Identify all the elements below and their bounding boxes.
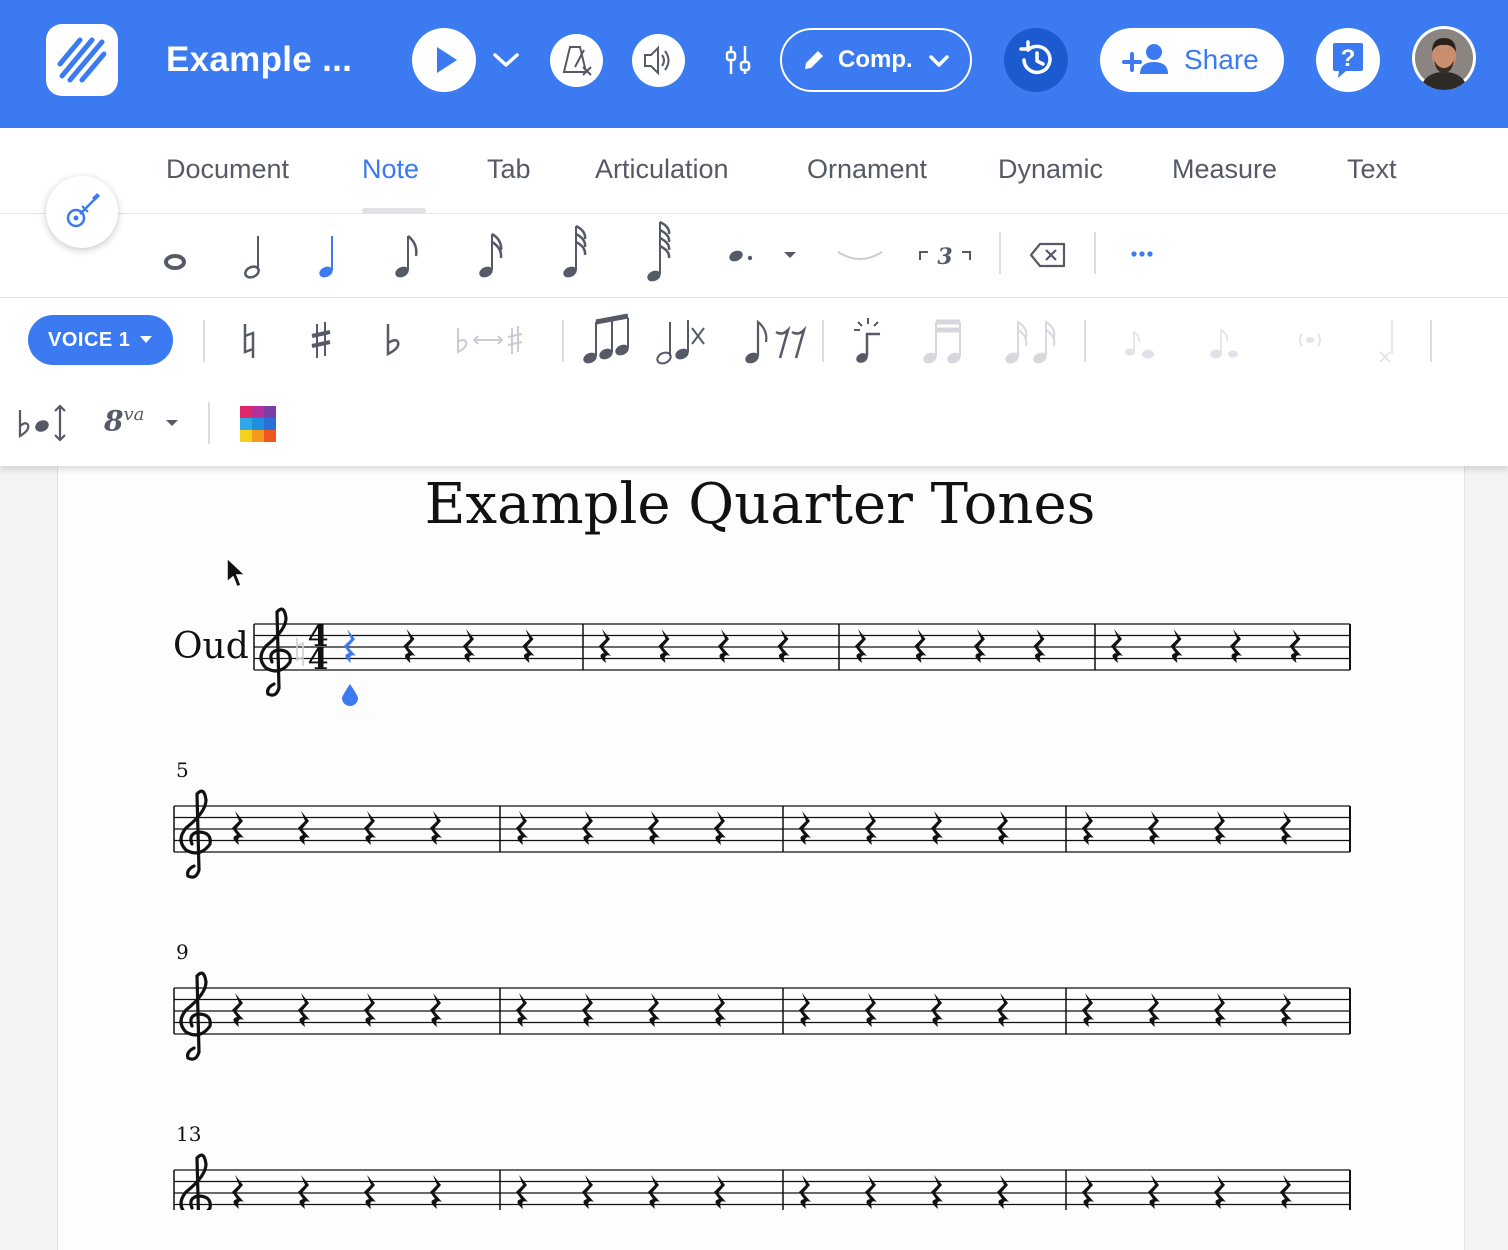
active-tab-indicator [362,208,426,213]
ghost-note-disabled-icon [1299,333,1321,347]
tab-text[interactable]: Text [1347,154,1397,185]
guitar-icon [66,193,100,228]
ghost-natural [296,638,304,666]
voice-selector[interactable]: VOICE 1 [28,315,173,365]
treble-clef [179,789,212,879]
time-signature-bottom: 4 [308,642,329,677]
flat-icon[interactable] [382,318,404,364]
dead-note-disabled-icon [1379,320,1393,363]
beam-notes-icon[interactable] [580,312,636,368]
treble-clef [259,607,292,697]
rests-group-icon[interactable] [742,314,812,368]
toolbar-separator [208,402,210,444]
transpose-pitch-icon[interactable] [14,400,74,446]
eighth-note-icon[interactable] [390,224,426,284]
toolbar-separator [562,320,564,362]
tab-ornament[interactable]: Ornament [807,154,927,185]
sixteenth-note-icon[interactable] [474,224,510,284]
toolbar-separator [1094,232,1096,274]
more-options-icon[interactable] [1126,244,1158,264]
ottava-button[interactable]: 8va [104,404,144,437]
enharmonic-respell-icon [457,326,523,354]
toolbar-separator [999,232,1001,274]
thirty-second-note-icon[interactable] [558,220,594,284]
toolbar-separator [1084,320,1086,362]
note-color-palette-icon[interactable] [240,406,276,442]
grace-note-after-disabled-icon [1210,328,1238,359]
ottava-number: 8 [104,404,124,438]
unbeam-disabled-icon [1005,320,1056,364]
toolbar-tabs: Document Note Tab Articulation Ornament … [0,128,1508,214]
tab-document[interactable]: Document [166,154,289,185]
mouse-pointer-icon [226,556,247,589]
sharp-icon[interactable] [308,318,334,364]
voice-label: VOICE 1 [48,329,131,351]
tab-articulation[interactable]: Articulation [595,154,729,185]
instrument-button[interactable] [46,176,118,248]
grace-note-before-disabled-icon [1125,330,1154,359]
tab-dynamic[interactable]: Dynamic [998,154,1103,185]
tab-note[interactable]: Note [362,154,419,185]
toolbar-separator [1430,320,1432,362]
cross-stave-icon[interactable] [654,314,708,368]
half-note-icon[interactable] [238,224,268,284]
duration-toolbar: 3 [0,214,1508,298]
ottava-suffix: va [123,404,145,425]
toolbar-separator [203,320,205,362]
tie-icon [837,251,883,260]
ottava-dropdown-icon[interactable] [162,416,182,430]
dot-options-dropdown-icon[interactable] [780,248,800,262]
tuplet-icon[interactable]: 3 [916,238,974,272]
tab-tab[interactable]: Tab [487,154,531,185]
tab-measure[interactable]: Measure [1172,154,1277,185]
input-cursor-handle [342,684,358,706]
sixty-fourth-note-icon[interactable] [642,218,678,286]
beam-group-disabled-icon [923,319,961,364]
caret-down-icon [140,336,152,343]
toolbar-separator [822,320,824,362]
quarter-note-icon[interactable] [312,224,342,284]
dotted-note-icon[interactable] [726,238,766,268]
whole-note-icon[interactable] [160,236,190,276]
natural-icon[interactable] [238,318,260,364]
delete-backspace-icon[interactable] [1028,240,1068,270]
tuplet-number: 3 [937,244,952,270]
treble-clef [179,1153,212,1210]
notation-toolbar-panel: Document Note Tab Articulation Ornament … [0,128,1508,466]
grace-note-sparkle-icon[interactable] [848,314,888,368]
treble-clef [179,971,212,1061]
